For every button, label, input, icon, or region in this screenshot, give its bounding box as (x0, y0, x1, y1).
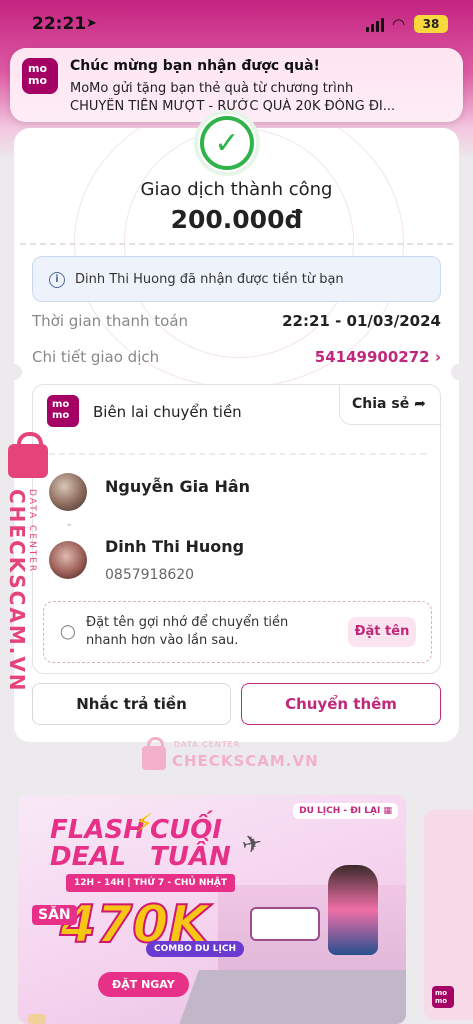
share-arrow-icon: ➦ (414, 396, 426, 412)
combo-label: COMBO DU LỊCH (146, 941, 244, 957)
hint-text: Đặt tên gợi nhớ để chuyển tiền nhanh hơn… (86, 615, 289, 648)
set-nickname-button[interactable]: Đặt tên (348, 617, 416, 647)
category-tag: DU LỊCH - ĐI LẠI ▦ (293, 803, 398, 819)
momo-logo-icon: mo mo (47, 395, 79, 427)
notification-line-1: MoMo gửi tặng bạn thẻ quà từ chương trìn… (70, 81, 354, 96)
battery-icon: 38 (414, 15, 448, 33)
recipient-name: Dinh Thi Huong (105, 537, 245, 556)
lightbulb-icon: ◯ (60, 624, 76, 640)
card-notch-right (451, 364, 459, 380)
watermark-sub: DATA CENTER (174, 740, 241, 749)
chevron-down-icon: ⌄ (65, 518, 74, 529)
notification-body: MoMo gửi tặng bạn thẻ quà từ chương trìn… (70, 80, 450, 116)
recipient-info-banner: i Dinh Thi Huong đã nhận được tiền từ bạ… (32, 256, 441, 302)
recipient-avatar (49, 541, 87, 579)
receipt-card: mo mo Biên lai chuyển tiền Chia sẻ ➦ Nguy… (32, 384, 442, 674)
lock-icon (8, 432, 48, 478)
travelers-image (328, 865, 378, 955)
notification-line-2: CHUYỂN TIỀN MƯỢT - RƯỚC QUÀ 20K ĐÓNG ĐI.… (70, 99, 396, 114)
payment-time-label: Thời gian thanh toán (32, 312, 189, 330)
chevron-right-icon: › (434, 348, 441, 366)
lock-icon (142, 737, 166, 770)
watermark-brand: CHECKSCAM.VN (5, 489, 29, 693)
promo-banner[interactable]: ✈ DU LỊCH - ĐI LẠI ▦ FLASH DEAL ⚡ CUỐI TUẦ… (18, 795, 406, 1024)
watermark-brand: CHECKSCAM.VN (172, 752, 319, 770)
bus-icon (250, 907, 320, 941)
signal-icon (366, 18, 384, 32)
watermark-horizontal: DATA CENTER CHECKSCAM.VN (140, 736, 318, 776)
sender-avatar (49, 473, 87, 511)
status-bar: 22:21 ➤ ◠ 38 (0, 0, 473, 48)
recipient-phone: 0857918620 (105, 567, 195, 583)
transaction-amount: 200.000đ (170, 205, 303, 234)
watermark-sub: DATA CENTER (27, 489, 37, 574)
info-text: Dinh Thi Huong đã nhận được tiền từ bạn (75, 272, 344, 287)
location-icon: ➤ (86, 16, 97, 31)
bottom-partial-icon (28, 1014, 46, 1024)
luggage-icon: ▦ (383, 806, 392, 816)
weekend-title: CUỐI TUẦN (150, 815, 231, 872)
watermark-vertical: CHECKSCAM.VN DATA CENTER (2, 432, 48, 693)
promo-hours: 12H - 14H | THỨ 7 - CHỦ NHẬT (66, 874, 236, 892)
remind-payment-button[interactable]: Nhắc trả tiền (32, 683, 231, 725)
transaction-detail-row[interactable]: Chi tiết giao dịch 54149900272 › (32, 348, 441, 366)
book-now-button[interactable]: ĐẶT NGAY (98, 972, 189, 997)
transaction-status: Giao dịch thành công (140, 179, 333, 200)
info-icon: i (49, 272, 65, 288)
success-check-icon: ✓ (194, 110, 260, 176)
share-button[interactable]: Chia sẻ ➦ (339, 385, 442, 425)
payment-time-row: Thời gian thanh toán 22:21 - 01/03/2024 (32, 312, 441, 330)
flash-deal-title: FLASH DEAL (50, 815, 145, 872)
card-notch-left (14, 364, 22, 380)
promo-banner-next[interactable]: mo mo (424, 810, 473, 1020)
transaction-id-link[interactable]: 54149900272 › (315, 348, 441, 366)
transaction-detail-label: Chi tiết giao dịch (32, 348, 160, 366)
divider (20, 243, 453, 245)
receipt-divider (49, 453, 426, 455)
momo-logo-icon: mo mo (22, 58, 58, 94)
transfer-more-button[interactable]: Chuyển thêm (241, 683, 441, 725)
nickname-hint: ◯ Đặt tên gợi nhớ để chuyển tiền nhanh h… (43, 601, 432, 663)
payment-time-value: 22:21 - 01/03/2024 (282, 312, 441, 330)
road-graphic (177, 970, 406, 1024)
wifi-icon: ◠ (392, 15, 406, 33)
promo-hunt-label: SĂN (32, 905, 77, 925)
airplane-icon: ✈ (239, 828, 265, 860)
momo-logo-icon: mo mo (432, 986, 454, 1008)
status-time: 22:21 (32, 14, 87, 34)
receipt-title: Biên lai chuyển tiền (93, 403, 242, 421)
sender-name: Nguyễn Gia Hân (105, 477, 251, 496)
notification-title: Chúc mừng bạn nhận được quà! (70, 58, 320, 74)
